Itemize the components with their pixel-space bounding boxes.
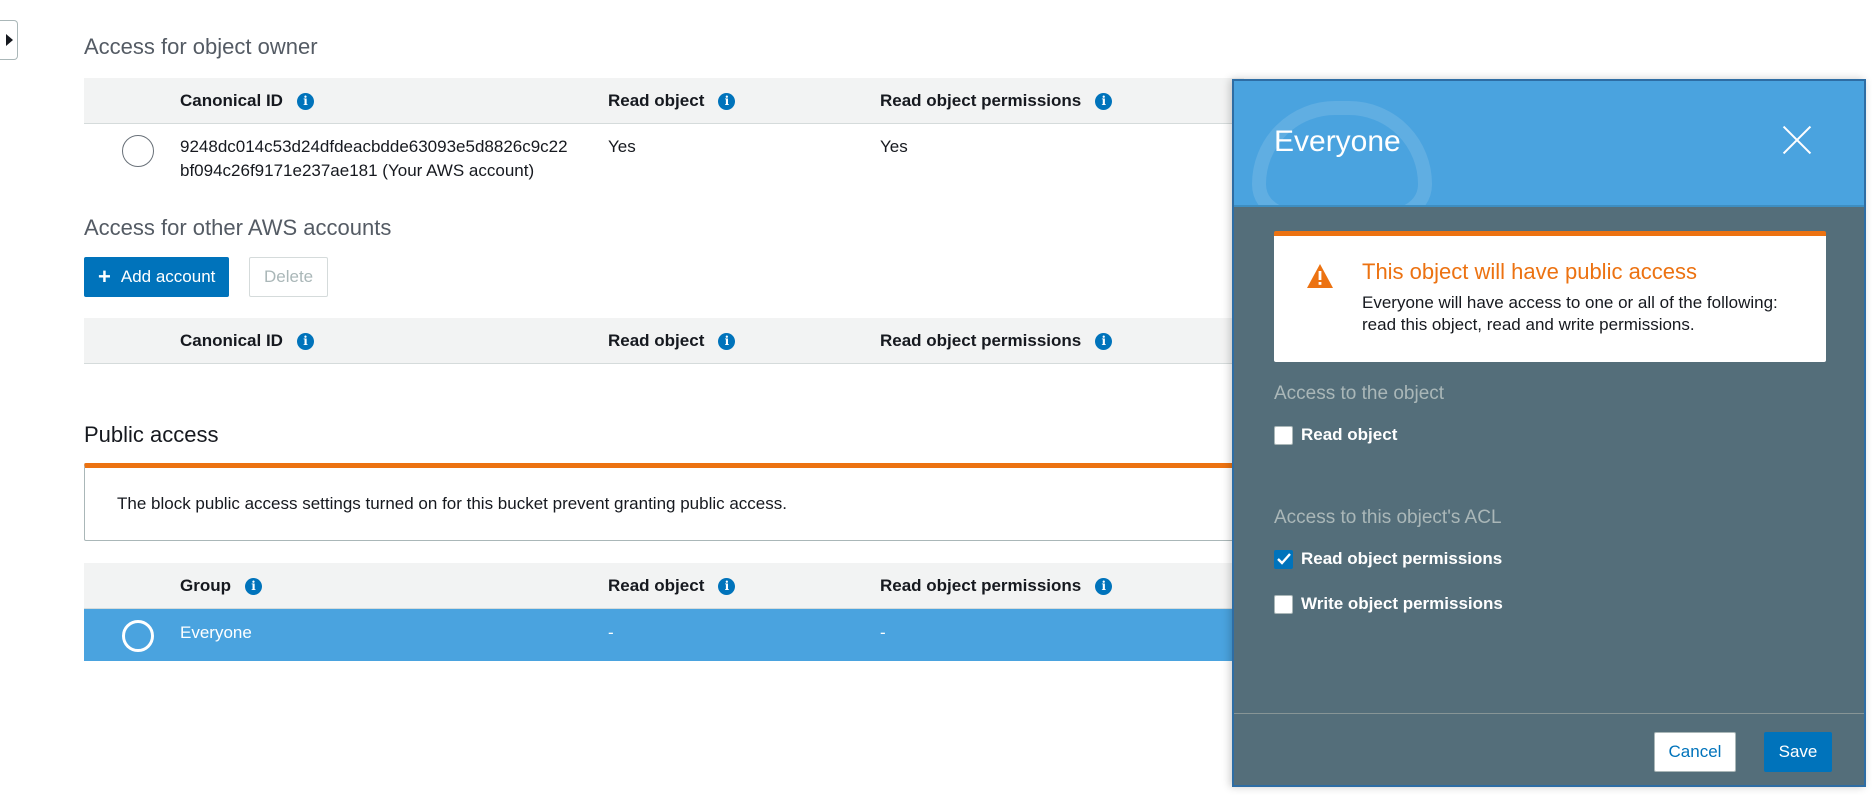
read-object-checkbox[interactable]: Read object	[1274, 425, 1397, 445]
info-icon[interactable]: i	[1095, 332, 1113, 350]
add-account-button[interactable]: + Add account	[84, 257, 230, 297]
group-cell: Everyone	[180, 623, 252, 642]
owner-table-row: 9248dc014c53d24dfdeacbdde63093e5d8826c9c…	[84, 125, 1244, 185]
everyone-permissions-panel: Everyone This object will have public ac…	[1232, 79, 1866, 787]
header-read-permissions: Read object permissions i	[880, 563, 1113, 609]
info-icon[interactable]: i	[296, 92, 314, 110]
read-object-cell: -	[608, 623, 614, 642]
row-radio[interactable]	[122, 135, 154, 167]
header-read-object: Read object i	[608, 78, 736, 124]
read-permissions-checkbox[interactable]: Read object permissions	[1274, 549, 1502, 569]
public-table-header: Group i Read object i Read object permis…	[84, 563, 1244, 609]
other-accounts-table-header: Canonical ID i Read object i Read object…	[84, 318, 1244, 364]
warning-icon	[1307, 264, 1333, 288]
close-icon[interactable]	[1782, 125, 1812, 155]
warning-title: This object will have public access	[1362, 259, 1698, 284]
warning-text: Everyone will have access to one or all …	[1362, 293, 1778, 334]
public-access-warning: This object will have public access Ever…	[1274, 231, 1826, 362]
checkbox[interactable]	[1274, 594, 1293, 614]
panel-header: Everyone	[1234, 81, 1864, 207]
header-read-object: Read object i	[608, 563, 736, 609]
other-accounts-section-title: Access for other AWS accounts	[84, 215, 392, 240]
header-read-permissions: Read object permissions i	[880, 78, 1113, 124]
sidebar-toggle-button[interactable]	[0, 20, 18, 60]
header-canonical-id: Canonical ID i	[180, 78, 314, 124]
plus-icon: +	[98, 264, 111, 289]
save-button[interactable]: Save	[1764, 732, 1832, 772]
cancel-button[interactable]: Cancel	[1654, 732, 1736, 772]
public-access-alert-text: The block public access settings turned …	[117, 494, 787, 513]
read-object-cell: Yes	[608, 137, 636, 156]
info-icon[interactable]: i	[296, 332, 314, 350]
read-permissions-cell: Yes	[880, 137, 908, 156]
checkbox[interactable]	[1274, 549, 1293, 569]
header-canonical-id: Canonical ID i	[180, 318, 314, 364]
write-permissions-checkbox[interactable]: Write object permissions	[1274, 594, 1503, 614]
panel-footer-divider	[1234, 713, 1864, 714]
checkbox[interactable]	[1274, 425, 1293, 445]
info-icon[interactable]: i	[718, 92, 736, 110]
header-read-object: Read object i	[608, 318, 736, 364]
info-icon[interactable]: i	[245, 577, 262, 595]
caret-right-icon	[5, 34, 13, 46]
delete-button[interactable]: Delete	[249, 257, 329, 297]
row-radio[interactable]	[122, 620, 154, 652]
info-icon[interactable]: i	[718, 577, 736, 595]
object-access-label: Access to the object	[1274, 383, 1445, 404]
acl-access-label: Access to this object's ACL	[1274, 507, 1502, 528]
everyone-table-row[interactable]: Everyone - -	[84, 609, 1244, 661]
canonical-id-cell: 9248dc014c53d24dfdeacbdde63093e5d8826c9c…	[180, 137, 568, 180]
info-icon[interactable]: i	[1095, 92, 1113, 110]
public-access-alert: The block public access settings turned …	[84, 463, 1244, 541]
header-group: Group i	[180, 563, 262, 609]
header-read-permissions: Read object permissions i	[880, 318, 1113, 364]
info-icon[interactable]: i	[1095, 577, 1113, 595]
public-access-section-title: Public access	[84, 422, 219, 447]
owner-section-title: Access for object owner	[84, 34, 318, 59]
owner-table-header: Canonical ID i Read object i Read object…	[84, 78, 1244, 124]
read-permissions-cell: -	[880, 623, 886, 642]
panel-title: Everyone	[1274, 125, 1401, 158]
info-icon[interactable]: i	[718, 332, 736, 350]
